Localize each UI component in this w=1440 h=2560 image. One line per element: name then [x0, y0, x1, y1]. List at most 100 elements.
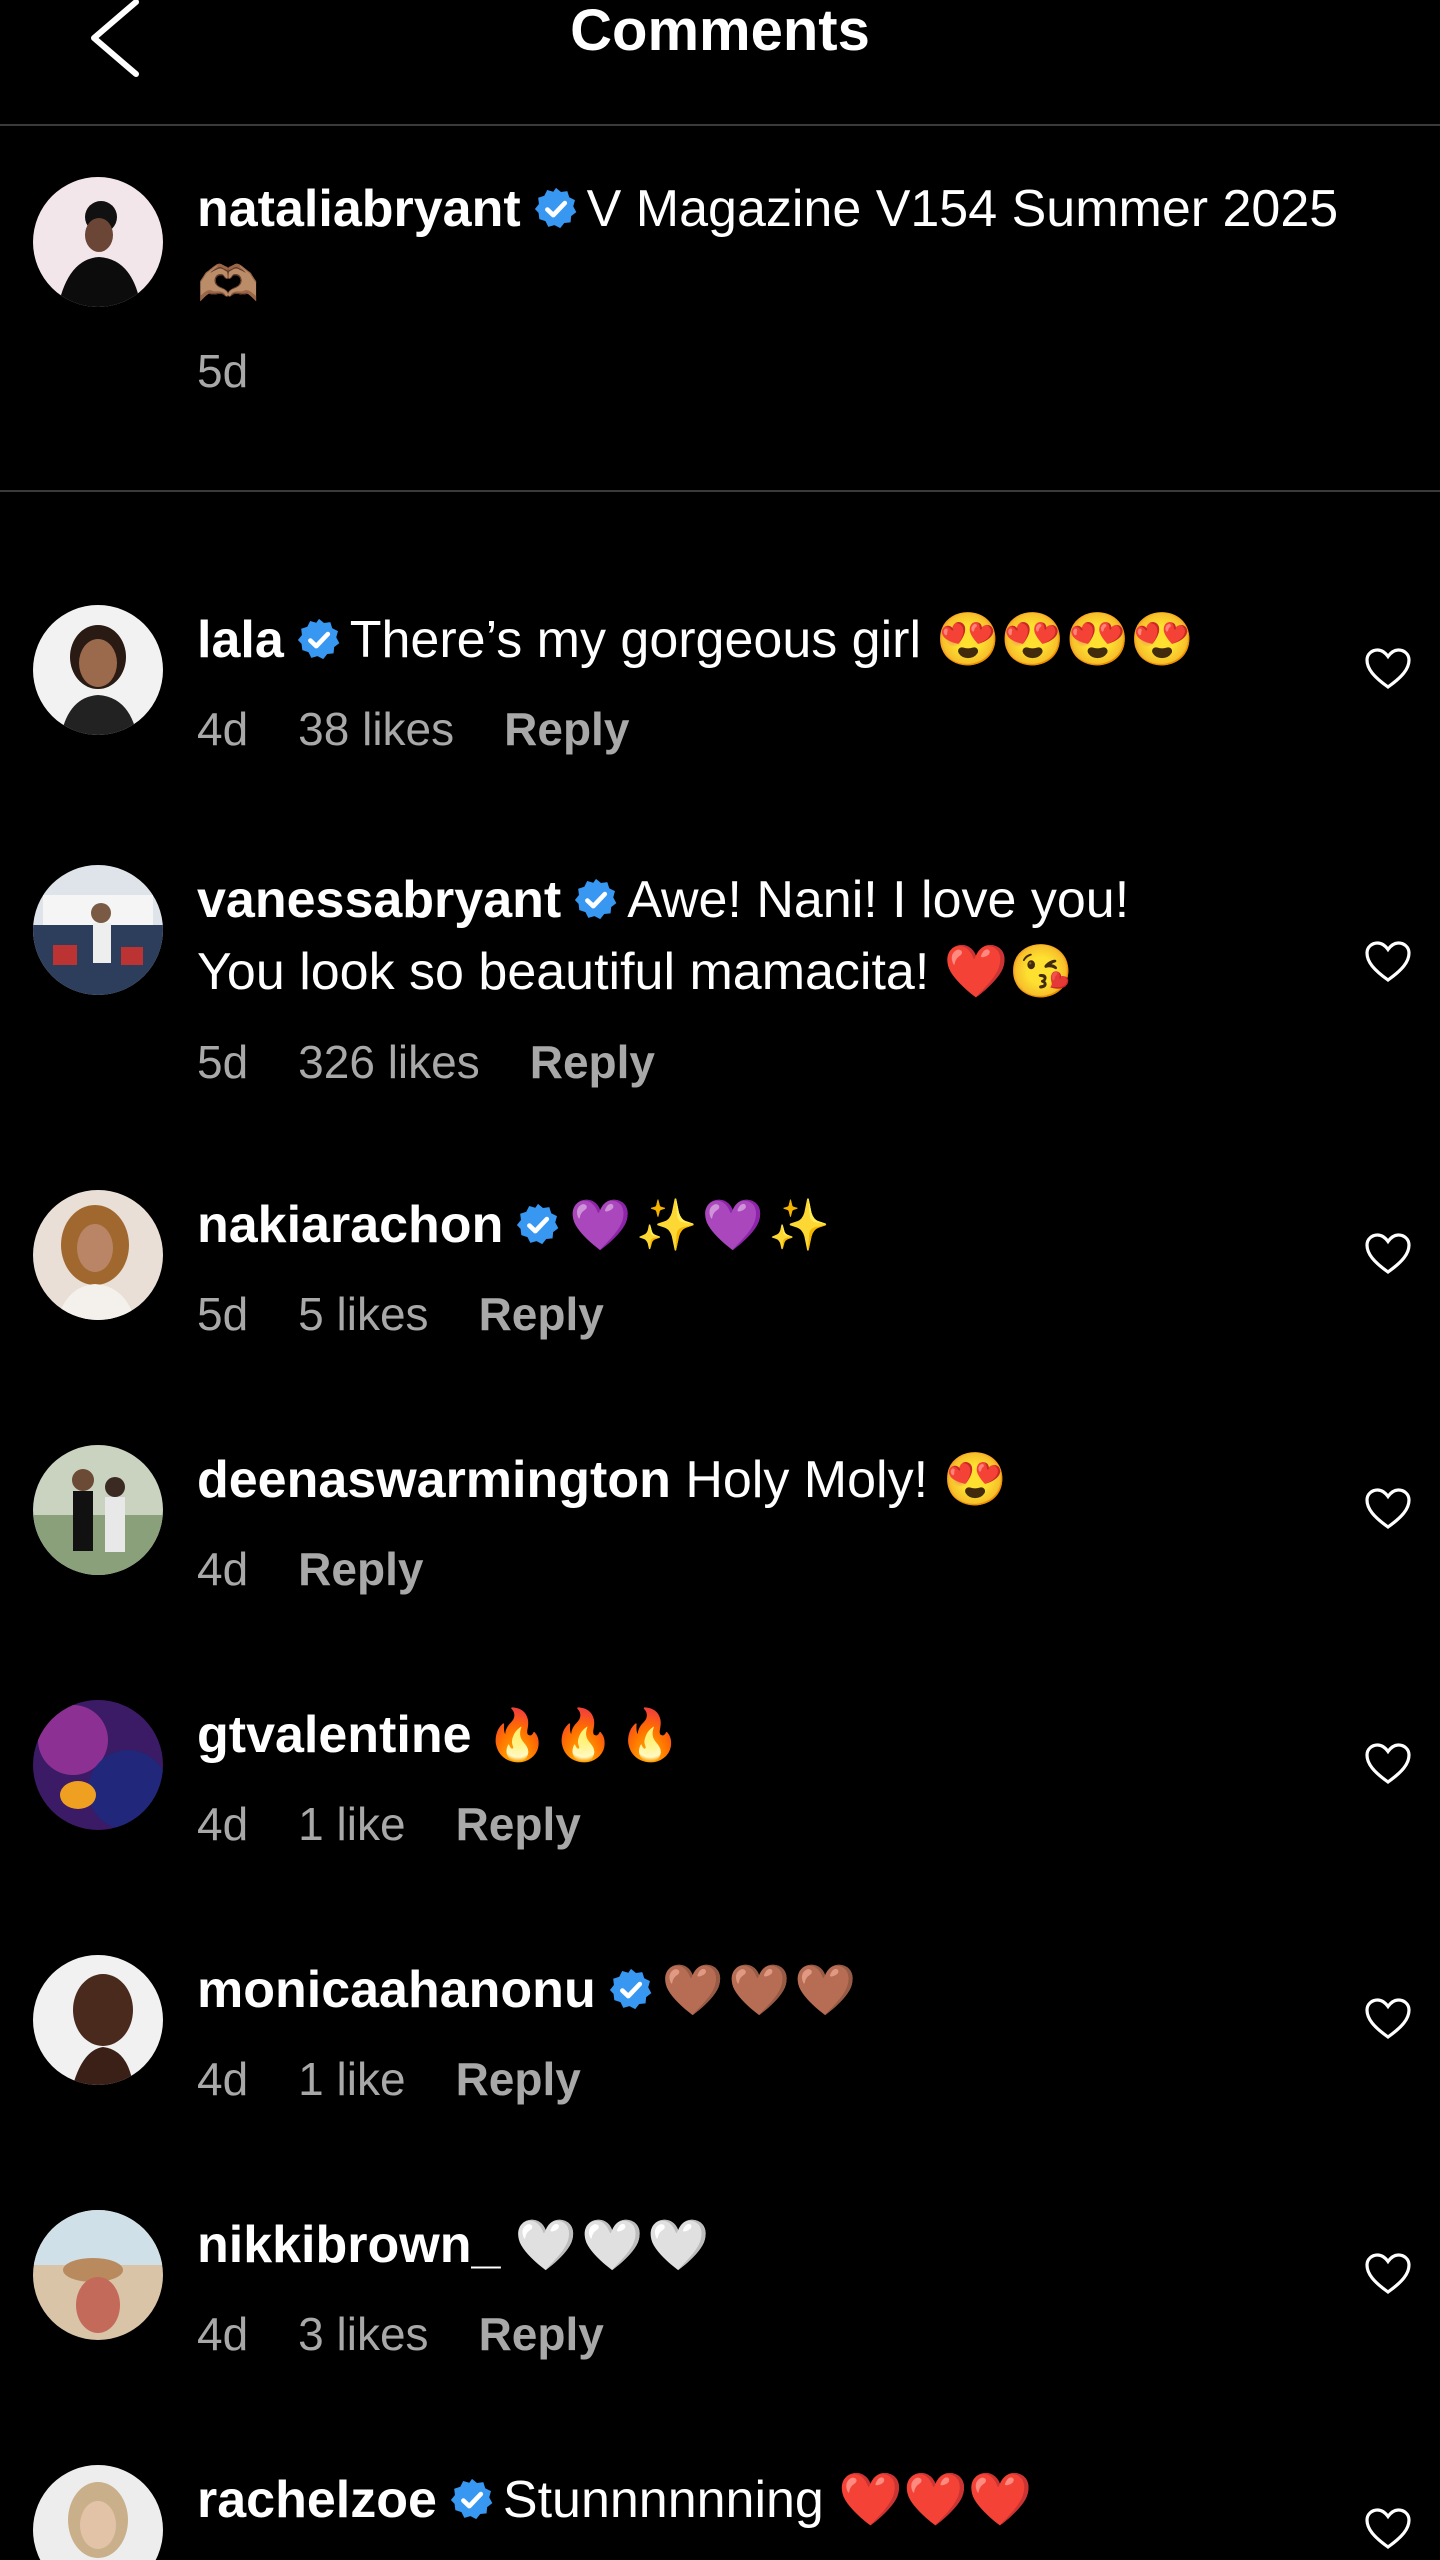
post-caption: nataliabryant V Magazine V154 Summer 2025… — [0, 124, 1440, 492]
comment-username[interactable]: rachelzoe — [197, 2471, 437, 2529]
heart-outline-icon — [1365, 1488, 1411, 1529]
verified-badge-icon — [449, 2477, 495, 2523]
avatar[interactable] — [33, 605, 163, 735]
comment-meta: 4d Reply — [197, 1542, 473, 1596]
comment-text: 💜✨💜✨ — [569, 1197, 835, 1253]
like-button[interactable] — [1364, 1487, 1412, 1531]
comment-text-line: lala There’s my gorgeous girl 😍😍😍😍 — [197, 610, 1194, 670]
comment-time: 5d — [197, 1036, 249, 1088]
comment-likes[interactable]: 326 likes — [298, 1036, 480, 1088]
comment-text: There’s my gorgeous girl 😍😍😍😍 — [349, 611, 1195, 669]
verified-badge-icon — [296, 617, 342, 663]
page-title: Comments — [570, 0, 870, 63]
header: Comments — [0, 0, 1440, 126]
reply-button[interactable]: Reply — [504, 703, 629, 755]
comment-text-line: nakiarachon 💜✨💜✨ — [197, 1195, 834, 1255]
comment-username[interactable]: monicaahanonu — [197, 1961, 596, 2019]
comment-meta: 5d 5 likes Reply — [197, 1287, 654, 1341]
comment-text-line: gtvalentine 🔥🔥🔥 — [197, 1705, 685, 1765]
comment-text-line: deenaswarmington Holy Moly! 😍 — [197, 1450, 1007, 1510]
heart-outline-icon — [1365, 2253, 1411, 2294]
heart-outline-icon — [1365, 2508, 1411, 2549]
comment-time: 4d — [197, 2308, 249, 2360]
comment-username[interactable]: nakiarachon — [197, 1196, 503, 1254]
reply-button[interactable]: Reply — [479, 1288, 604, 1340]
comment-text-line: nikkibrown_ 🤍🤍🤍 — [197, 2215, 714, 2275]
comment-text: 🤎🤎🤎 — [661, 1962, 861, 2018]
comment-meta: 4d 3 likes Reply — [197, 2307, 654, 2361]
reply-button[interactable]: Reply — [479, 2308, 604, 2360]
avatar[interactable] — [33, 865, 163, 995]
comment-text-line2: You look so beautiful mamacita! ❤️😘 — [197, 943, 1074, 1001]
comment-likes[interactable]: 38 likes — [298, 703, 454, 755]
like-button[interactable] — [1364, 1997, 1412, 2041]
comment-meta: 4d 38 likes Reply — [197, 702, 679, 756]
avatar[interactable] — [33, 2465, 163, 2560]
verified-badge-icon — [533, 186, 579, 232]
heart-outline-icon — [1365, 648, 1411, 689]
comment-likes[interactable]: 5 likes — [298, 1288, 428, 1340]
reply-button[interactable]: Reply — [456, 2053, 581, 2105]
comment-item: deenaswarmington Holy Moly! 😍 4d Reply — [0, 1430, 1440, 1685]
comment-time: 4d — [197, 703, 249, 755]
comment-item: rachelzoe Stunnnnnning ❤️❤️❤️ — [0, 2450, 1440, 2560]
verified-badge-icon — [573, 877, 619, 923]
comment-text: 🔥🔥🔥 — [485, 1707, 685, 1763]
heart-outline-icon — [1365, 1998, 1411, 2039]
caption-text: V Magazine V154 Summer 2025 — [586, 180, 1339, 238]
avatar[interactable] — [33, 2210, 163, 2340]
caption-line: nataliabryant V Magazine V154 Summer 2025 — [197, 179, 1338, 239]
reply-button[interactable]: Reply — [456, 1798, 581, 1850]
comment-username[interactable]: vanessabryant — [197, 871, 561, 929]
comment-meta: 4d 1 like Reply — [197, 2052, 631, 2106]
verified-badge-icon — [608, 1967, 654, 2013]
comment-text-line: monicaahanonu 🤎🤎🤎 — [197, 1960, 861, 2020]
caption-time: 5d — [197, 345, 249, 397]
verified-badge-icon — [515, 1202, 561, 1248]
reply-button[interactable]: Reply — [530, 1036, 655, 1088]
like-button[interactable] — [1364, 940, 1412, 984]
comment-username[interactable]: gtvalentine — [197, 1706, 472, 1764]
comment-username[interactable]: nikkibrown_ — [197, 2216, 500, 2274]
comment-time: 4d — [197, 1543, 249, 1595]
comment-likes[interactable]: 3 likes — [298, 2308, 428, 2360]
comment-item: gtvalentine 🔥🔥🔥 4d 1 like Reply — [0, 1685, 1440, 1940]
comment-item: vanessabryant Awe! Nani! I love you! You … — [0, 845, 1440, 1135]
comment-text-line: rachelzoe Stunnnnnning ❤️❤️❤️ — [197, 2470, 1033, 2530]
comment-time: 5d — [197, 1288, 249, 1340]
comment-time: 4d — [197, 1798, 249, 1850]
comment-time: 4d — [197, 2053, 249, 2105]
comment-likes[interactable]: 1 like — [298, 1798, 405, 1850]
comment-item: nikkibrown_ 🤍🤍🤍 4d 3 likes Reply — [0, 2195, 1440, 2450]
like-button[interactable] — [1364, 1742, 1412, 1786]
comment-meta: 4d 1 like Reply — [197, 1797, 631, 1851]
comment-text: 🤍🤍🤍 — [514, 2217, 714, 2273]
comment-item: monicaahanonu 🤎🤎🤎 4d 1 like Reply — [0, 1940, 1440, 2195]
comment-username[interactable]: deenaswarmington — [197, 1451, 671, 1509]
like-button[interactable] — [1364, 647, 1412, 691]
caption-emoji: 🫶🏽 — [197, 256, 264, 312]
avatar[interactable] — [33, 1190, 163, 1320]
heart-outline-icon — [1365, 1233, 1411, 1274]
comment-username[interactable]: lala — [197, 611, 284, 669]
divider — [65, 490, 1375, 492]
comment-meta: 5d 326 likes Reply — [197, 1035, 705, 1089]
reply-button[interactable]: Reply — [298, 1543, 423, 1595]
heart-outline-icon — [1365, 941, 1411, 982]
avatar[interactable] — [33, 177, 163, 307]
caption-username[interactable]: nataliabryant — [197, 180, 521, 238]
avatar[interactable] — [33, 1445, 163, 1575]
comment-item: lala There’s my gorgeous girl 😍😍😍😍 4d 38 l… — [0, 590, 1440, 845]
like-button[interactable] — [1364, 1232, 1412, 1276]
avatar[interactable] — [33, 1955, 163, 2085]
like-button[interactable] — [1364, 2507, 1412, 2551]
comment-text: Stunnnnnning ❤️❤️❤️ — [502, 2471, 1033, 2529]
like-button[interactable] — [1364, 2252, 1412, 2296]
comment-text: Holy Moly! 😍 — [685, 1451, 1008, 1509]
comment-likes[interactable]: 1 like — [298, 2053, 405, 2105]
heart-outline-icon — [1365, 1743, 1411, 1784]
avatar[interactable] — [33, 1700, 163, 1830]
comment-text: Awe! Nani! I love you! — [627, 871, 1130, 929]
comment-text-line: vanessabryant Awe! Nani! I love you! — [197, 870, 1129, 930]
comment-item: nakiarachon 💜✨💜✨ 5d 5 likes Reply — [0, 1175, 1440, 1430]
